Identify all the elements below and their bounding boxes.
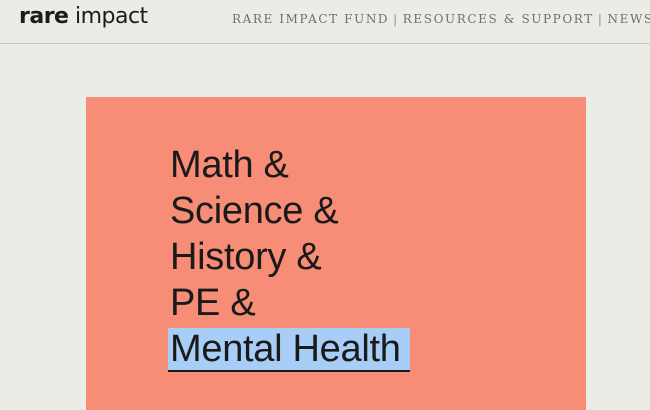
headline-line-history: History & [170,236,322,278]
headline-line-pe: PE & [170,282,256,324]
logo-word-rare: rare [19,4,69,29]
site-logo[interactable]: rare impact [19,4,148,29]
hero-headline: Math & Science & History & PE & Mental H… [168,142,410,372]
headline-highlight-mental-health: Mental Health [168,328,410,372]
headline-line-math: Math & [170,144,289,186]
top-navigation: RARE IMPACT FUND | RESOURCES & SUPPORT | NEW… [232,12,650,26]
hero-panel: Math & Science & History & PE & Mental H… [86,97,586,410]
nav-separator: | [597,12,604,26]
headline-line-science: Science & [170,190,339,232]
nav-link-rare-impact-fund[interactable]: RARE IMPACT FUND [232,12,389,26]
nav-separator: | [393,12,399,26]
logo-word-impact: impact [68,4,148,29]
site-header: rare impact RARE IMPACT FUND | RESOURCES &… [0,0,650,44]
nav-link-news[interactable]: NEWS [607,12,650,26]
nav-link-resources-support[interactable]: RESOURCES & SUPPORT [403,12,594,26]
